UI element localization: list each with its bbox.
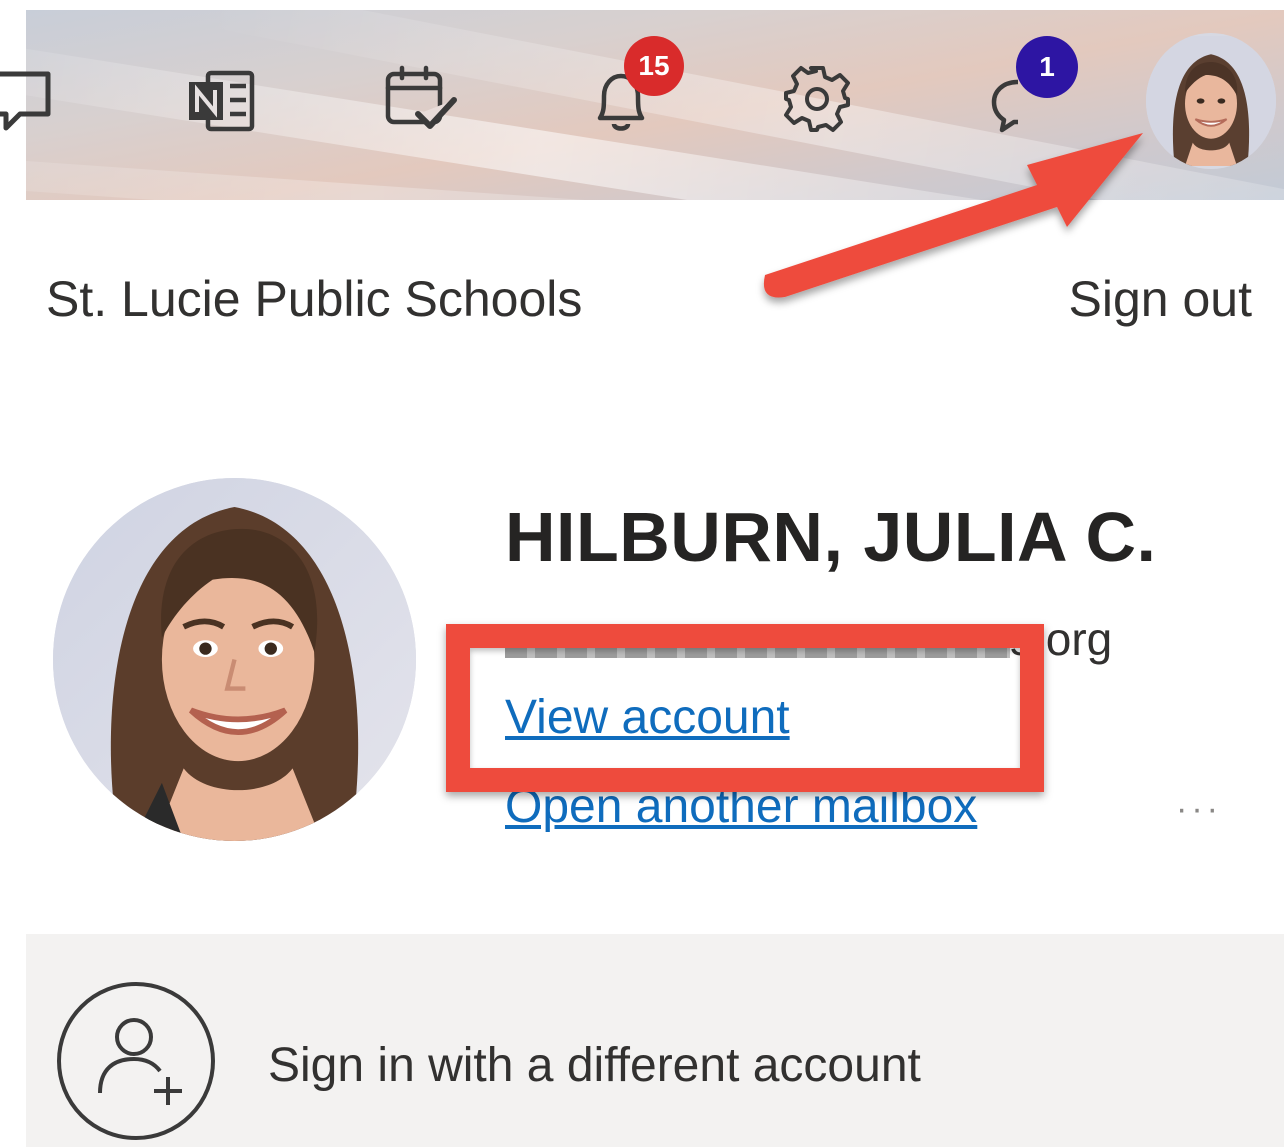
calendar-check-icon[interactable] [384, 64, 457, 136]
sign-in-different-account-button[interactable]: Sign in with a different account [26, 934, 1284, 1147]
annotation-highlight-box [446, 624, 1044, 792]
user-display-name: HILBURN, JULIA C. [505, 498, 1157, 576]
annotation-arrow [763, 133, 1143, 298]
screenshot-stage: 15 1 St. Lucie Public Schools Sign out H… [0, 0, 1284, 1147]
sign-in-different-account-label: Sign in with a different account [268, 1039, 921, 1092]
organization-name: St. Lucie Public Schools [46, 271, 583, 327]
chat-icon[interactable] [0, 68, 66, 138]
person-add-icon [56, 981, 216, 1141]
user-avatar [53, 478, 416, 841]
user-photo-large [53, 478, 416, 841]
more-options-icon[interactable]: ··· [1176, 790, 1222, 829]
onenote-icon[interactable] [186, 70, 256, 132]
feedback-badge: 1 [1016, 36, 1078, 98]
notifications-badge: 15 [624, 36, 684, 96]
